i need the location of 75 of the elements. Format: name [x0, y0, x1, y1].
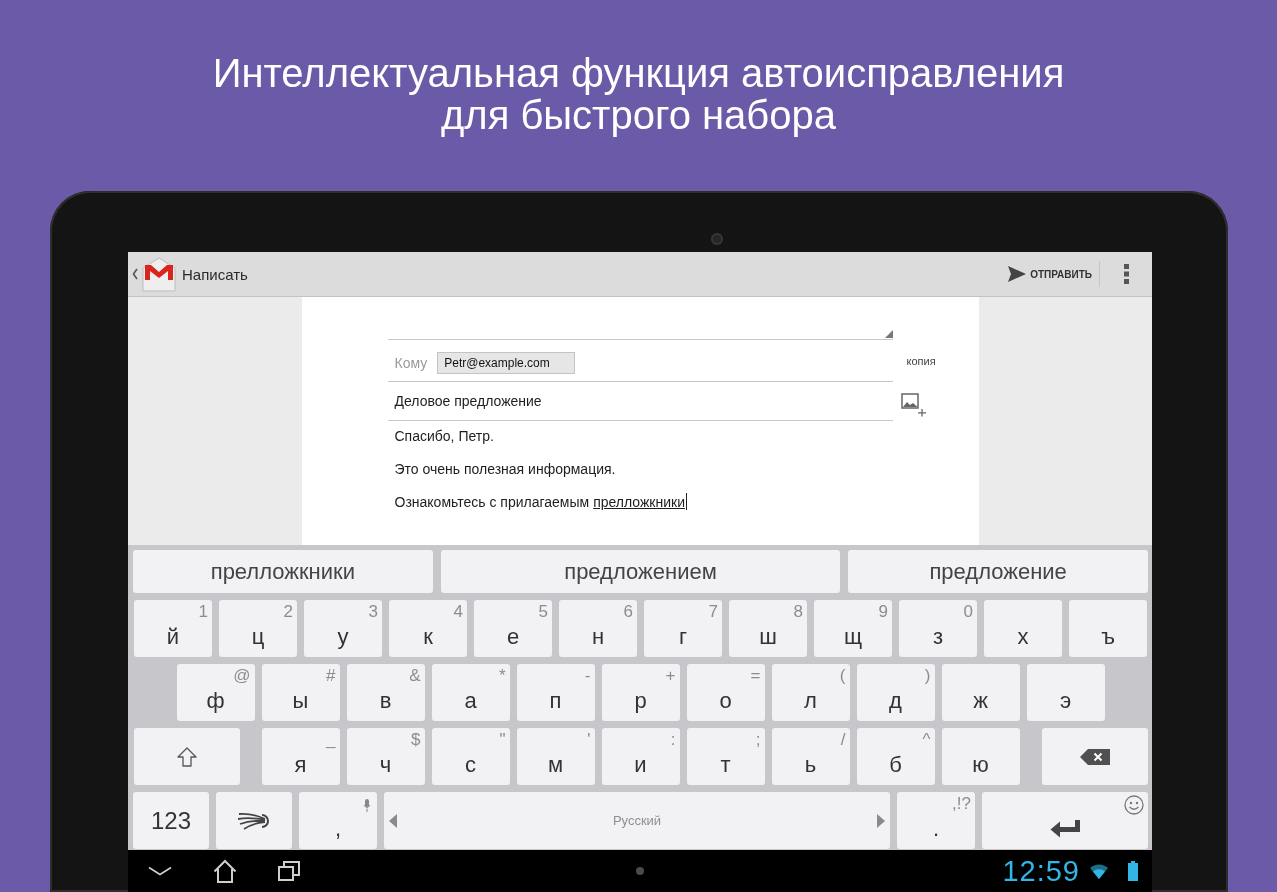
enter-arrow-icon	[1050, 820, 1080, 838]
letter-key[interactable]: 4 к	[389, 600, 467, 657]
recipient-chip[interactable]: Petr@example.com	[437, 352, 575, 374]
letter-key[interactable]: & в	[346, 664, 425, 721]
letter-key[interactable]: ъ	[1069, 600, 1147, 657]
backspace-icon	[1079, 748, 1110, 765]
letter-key[interactable]: 1 й	[134, 600, 212, 657]
letter-key[interactable]: : и	[601, 728, 680, 785]
letter-key[interactable]: ; т	[686, 728, 765, 785]
subject-field[interactable]: Деловое предложение	[387, 382, 893, 421]
overflow-menu-icon[interactable]	[1124, 264, 1129, 284]
screen-title: Написать	[182, 265, 248, 283]
camera-lens-icon	[711, 233, 723, 245]
letter-key[interactable]: ,!? .	[897, 792, 975, 849]
right-triangle-icon	[877, 813, 885, 828]
letter-key[interactable]: / ь	[771, 728, 850, 785]
battery-icon	[1128, 861, 1138, 881]
letter-key[interactable]: - п	[516, 664, 595, 721]
letter-key[interactable]: @ ф	[176, 664, 255, 721]
body-line: Ознакомьтесь с прилагаемым прелложкники	[394, 493, 685, 510]
left-triangle-icon	[389, 813, 397, 828]
add-cc-link[interactable]: копия	[906, 355, 936, 367]
suggestion-key[interactable]: прелложкники	[133, 550, 433, 593]
letter-key[interactable]: + р	[601, 664, 680, 721]
letter-key[interactable]: 7 г	[644, 600, 722, 657]
letter-key[interactable]: 5 е	[474, 600, 552, 657]
body-line: Спасибо, Петр.	[394, 427, 494, 444]
comma-key[interactable]: ,	[299, 792, 377, 849]
dropdown-corner-icon	[884, 330, 893, 338]
back-caret-icon[interactable]	[132, 268, 138, 280]
letter-key[interactable]: # ы	[261, 664, 340, 721]
shift-arrow-icon	[175, 745, 198, 768]
symbols-key[interactable]: 123	[133, 792, 209, 849]
letter-key[interactable]: = о	[686, 664, 765, 721]
wifi-icon	[1090, 863, 1108, 879]
letter-key[interactable]: ю	[941, 728, 1020, 785]
letter-key[interactable]: " с	[431, 728, 510, 785]
letter-key[interactable]: 2 ц	[219, 600, 297, 657]
letter-key[interactable]: ж	[941, 664, 1020, 721]
swoosh-key[interactable]	[216, 792, 292, 849]
letter-key[interactable]: 9 щ	[814, 600, 892, 657]
letter-key[interactable]: _ я	[261, 728, 340, 785]
letter-key[interactable]: $ ч	[346, 728, 425, 785]
letter-key[interactable]: ) д	[856, 664, 935, 721]
add-image-icon[interactable]	[900, 392, 927, 417]
home-icon[interactable]	[213, 859, 237, 883]
to-field[interactable]: Кому Petr@example.com	[387, 340, 893, 382]
swoosh-icon	[238, 810, 270, 831]
send-action[interactable]: ОТПРАВИТЬ	[1008, 266, 1092, 282]
letter-key[interactable]: ^ б	[856, 728, 935, 785]
letter-key[interactable]: х	[984, 600, 1062, 657]
dot-icon	[636, 867, 644, 875]
smiley-icon	[1124, 795, 1144, 815]
letter-key[interactable]: 8 ш	[729, 600, 807, 657]
letter-key[interactable]: 0 з	[899, 600, 977, 657]
letter-key[interactable]: 6 н	[559, 600, 637, 657]
suggestion-key[interactable]: предложение	[848, 550, 1148, 593]
chevron-down-icon[interactable]	[148, 866, 172, 876]
backspace-key[interactable]	[1041, 728, 1148, 785]
letter-key[interactable]: ( л	[771, 664, 850, 721]
letter-key[interactable]: э	[1026, 664, 1105, 721]
letter-key[interactable]: ' м	[516, 728, 595, 785]
suggestion-key[interactable]: предложением	[440, 550, 841, 593]
message-body-field[interactable]: Спасибо, Петр. Это очень полезная информация. Ознакомьтесь с прилагаемым прелложкники	[387, 419, 893, 518]
send-icon	[1008, 266, 1027, 282]
letter-key[interactable]: 3 у	[304, 600, 382, 657]
letter-key[interactable]: * а	[431, 664, 510, 721]
microphone-icon	[363, 798, 371, 812]
to-label: Кому	[394, 355, 428, 371]
headline: Интеллектуальная функция автоисправления для быстрого набора	[212, 52, 1065, 136]
enter-key[interactable]	[982, 792, 1148, 849]
recent-apps-icon[interactable]	[278, 861, 300, 881]
body-line: Это очень полезная информация.	[394, 460, 616, 477]
clock-time: 12:59	[1002, 854, 1080, 888]
envelope-icon[interactable]	[141, 255, 177, 293]
